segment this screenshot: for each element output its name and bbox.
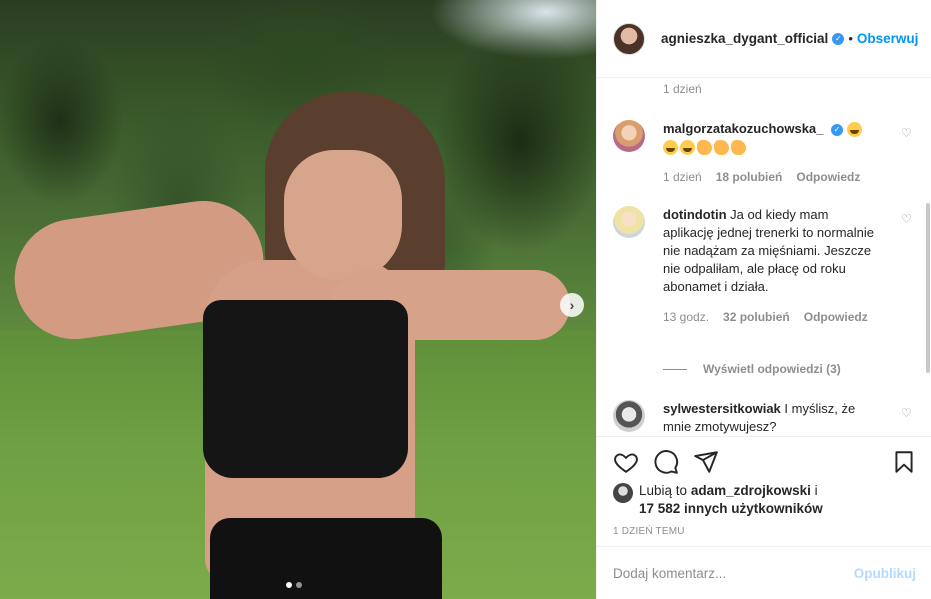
verified-badge-icon: ✓ <box>832 32 845 45</box>
commenter-avatar[interactable] <box>613 400 645 432</box>
follow-button[interactable]: Obserwuj <box>857 31 919 46</box>
verified-badge-icon: ✓ <box>831 123 844 136</box>
carousel-dots <box>286 582 302 588</box>
heart-icon[interactable] <box>613 449 639 475</box>
view-replies-button[interactable]: Wyświetl odpowiedzi (3) <box>663 362 841 376</box>
comment-item: sylwestersitkowiak I myślisz, że mnie zm… <box>613 400 913 435</box>
clap-emoji-icon <box>731 140 746 156</box>
liker-avatar[interactable] <box>613 483 633 503</box>
rofl-emoji-icon <box>663 140 678 156</box>
replies-divider <box>663 368 687 370</box>
post-date[interactable]: 1 DZIEŃ TEMU <box>613 526 685 537</box>
post-header: agnieszka_dygant_official ✓ • Obserwuj <box>597 0 931 78</box>
comments-list[interactable]: 1 dzień malgorzatakozuchowska_ ✓ 1 dzień… <box>597 78 931 435</box>
comment-likes[interactable]: 32 polubień <box>723 308 790 326</box>
comments-scrollbar[interactable] <box>926 203 930 373</box>
reply-button[interactable]: Odpowiedz <box>796 168 860 186</box>
image-figure-face <box>284 150 402 280</box>
image-figure-top <box>203 300 408 478</box>
comment-username[interactable]: malgorzatakozuchowska_ <box>663 121 823 136</box>
likes-conj: i <box>814 483 818 498</box>
post-sidebar: agnieszka_dygant_official ✓ • Obserwuj 1… <box>596 0 931 599</box>
author-avatar[interactable] <box>613 22 645 55</box>
comment-item: malgorzatakozuchowska_ ✓ 1 dzień 18 polu… <box>613 120 913 186</box>
commenter-avatar[interactable] <box>613 206 645 238</box>
likes-others[interactable]: 17 582 innych użytkowników <box>639 501 823 516</box>
bookmark-icon[interactable] <box>891 449 917 475</box>
view-replies-label: Wyświetl odpowiedzi (3) <box>703 362 841 376</box>
share-icon[interactable] <box>693 449 719 475</box>
comment-input[interactable]: Dodaj komentarz... <box>613 566 854 581</box>
comment-like-heart-icon[interactable]: ♡ <box>901 126 913 140</box>
comment-likes[interactable]: 18 polubień <box>716 168 783 186</box>
caption-time: 1 dzień <box>663 82 702 96</box>
author-username[interactable]: agnieszka_dygant_official <box>661 31 828 46</box>
commenter-avatar[interactable] <box>613 120 645 152</box>
comment-time[interactable]: 1 dzień <box>663 168 702 186</box>
comment-meta: 1 dzień 18 polubień Odpowiedz <box>663 168 881 186</box>
comment-time[interactable]: 13 godz. <box>663 308 709 326</box>
clap-emoji-icon <box>697 140 712 156</box>
likes-prefix: Lubią to <box>639 483 688 498</box>
carousel-dot-active <box>286 582 292 588</box>
post-actions <box>597 436 931 486</box>
chevron-right-icon[interactable]: › <box>560 293 584 317</box>
reply-button[interactable]: Odpowiedz <box>804 308 868 326</box>
likes-summary: Lubią to adam_zdrojkowski i 17 582 innyc… <box>613 482 823 518</box>
comment-item: dotindotin Ja od kiedy mam aplikację jed… <box>613 206 913 326</box>
rofl-emoji-icon <box>680 140 695 156</box>
comment-meta: 13 godz. 32 polubień Odpowiedz <box>663 308 881 326</box>
clap-emoji-icon <box>714 140 729 156</box>
comment-icon[interactable] <box>653 449 679 475</box>
publish-button[interactable]: Opublikuj <box>854 566 916 581</box>
liker-username[interactable]: adam_zdrojkowski <box>691 483 811 498</box>
comment-like-heart-icon[interactable]: ♡ <box>901 212 913 226</box>
image-figure-pants <box>210 518 442 599</box>
post-image[interactable]: › <box>0 0 596 599</box>
carousel-dot <box>296 582 302 588</box>
add-comment-bar: Dodaj komentarz... Opublikuj <box>597 546 931 599</box>
comment-username[interactable]: sylwestersitkowiak <box>663 401 781 416</box>
comment-username[interactable]: dotindotin <box>663 207 727 222</box>
comment-like-heart-icon[interactable]: ♡ <box>901 406 913 420</box>
rofl-emoji-icon <box>846 122 862 138</box>
header-separator: • <box>848 31 853 46</box>
